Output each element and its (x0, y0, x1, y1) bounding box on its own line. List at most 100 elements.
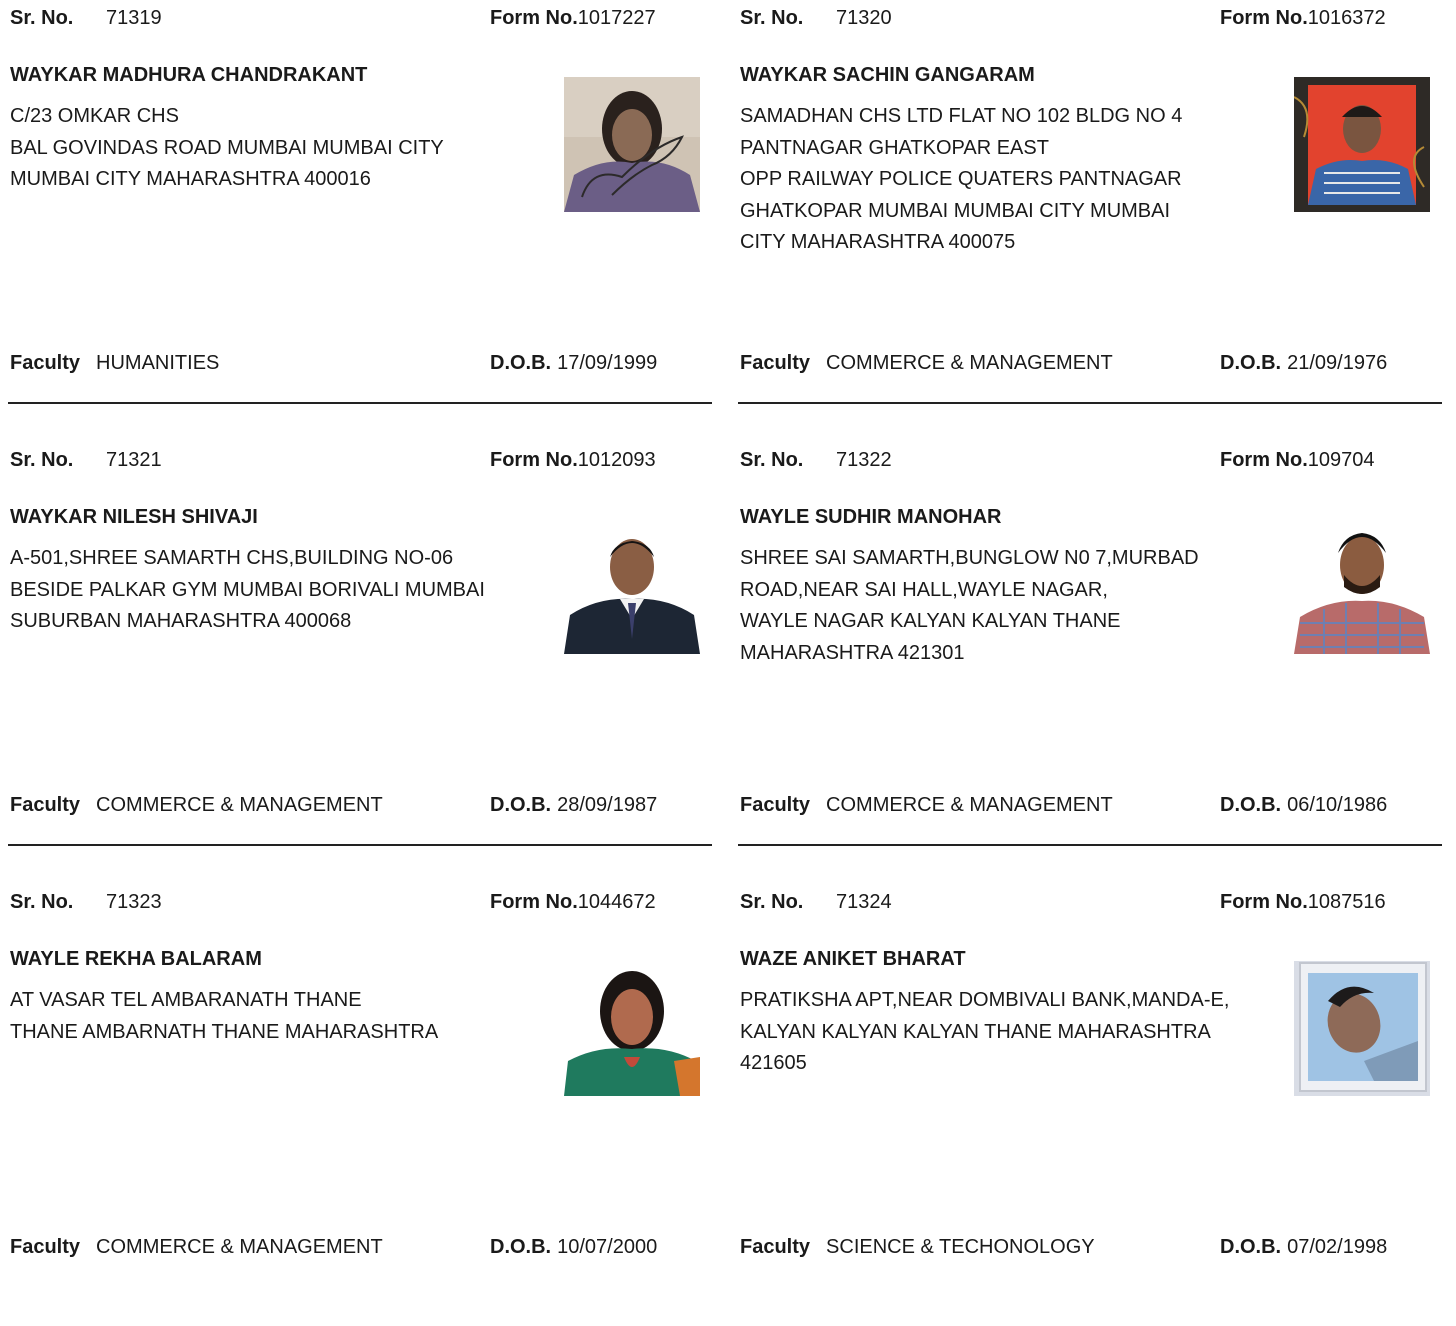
faculty-label: Faculty (740, 352, 811, 374)
form-no: Form No.1017227 (490, 7, 656, 30)
faculty-label: Faculty (740, 1236, 811, 1258)
dob-value: 07/02/1998 (1287, 1236, 1388, 1258)
faculty-value: COMMERCE & MANAGEMENT (826, 794, 1113, 816)
form-no-label: Form No. (1220, 7, 1308, 29)
sr-no: Sr. No. 71320 (740, 7, 892, 30)
form-no: Form No.1087516 (1220, 891, 1386, 914)
student-address: PRATIKSHA APT,NEAR DOMBIVALI BANK,MANDA-… (740, 989, 1230, 1074)
student-photo (564, 519, 700, 654)
dob: D.O.B. 17/09/1999 (490, 352, 657, 375)
dob-label: D.O.B. (490, 352, 552, 374)
sr-no-value: 71320 (836, 7, 892, 29)
dob: D.O.B. 10/07/2000 (490, 1236, 657, 1259)
sr-no-label: Sr. No. (740, 7, 804, 29)
student-name: WAYKAR NILESH SHIVAJI (10, 506, 258, 528)
student-name: WAYLE SUDHIR MANOHAR (740, 506, 1002, 528)
form-no: Form No.1012093 (490, 449, 656, 472)
divider (8, 844, 712, 846)
form-no-label: Form No. (1220, 891, 1308, 913)
faculty: Faculty COMMERCE & MANAGEMENT (10, 1236, 383, 1259)
sr-no-value: 71323 (106, 891, 162, 913)
student-address: A-501,SHREE SAMARTH CHS,BUILDING NO-06 B… (10, 547, 485, 632)
form-no-value: 1087516 (1307, 891, 1386, 913)
faculty-value: SCIENCE & TECHONOLOGY (826, 1236, 1095, 1258)
dob-label: D.O.B. (1220, 1236, 1282, 1258)
form-no: Form No.1016372 (1220, 7, 1386, 30)
dob-label: D.O.B. (490, 1236, 552, 1258)
student-photo (1294, 519, 1430, 654)
dob: D.O.B. 06/10/1986 (1220, 794, 1387, 817)
student-card: Sr. No. 71322 Form No.109704 WAYLE SUDHIR… (730, 442, 1442, 884)
sr-no-label: Sr. No. (10, 449, 74, 471)
faculty-value: HUMANITIES (96, 352, 220, 374)
faculty: Faculty COMMERCE & MANAGEMENT (740, 794, 1113, 817)
form-no-label: Form No. (1220, 449, 1308, 471)
faculty-label: Faculty (10, 1236, 81, 1258)
student-name: WAZE ANIKET BHARAT (740, 948, 966, 970)
dob-value: 10/07/2000 (557, 1236, 658, 1258)
dob-label: D.O.B. (1220, 352, 1282, 374)
dob-value: 17/09/1999 (557, 352, 658, 374)
student-photo (1294, 961, 1430, 1096)
sr-no-value: 71321 (106, 449, 162, 471)
student-card: Sr. No. 71323 Form No.1044672 WAYLE REKHA… (0, 884, 712, 1326)
dob-value: 28/09/1987 (557, 794, 658, 816)
faculty-label: Faculty (740, 794, 811, 816)
form-no-label: Form No. (490, 449, 578, 471)
sr-no-value: 71319 (106, 7, 162, 29)
student-address: SAMADHAN CHS LTD FLAT NO 102 BLDG NO 4 P… (740, 105, 1183, 253)
sr-no-label: Sr. No. (740, 891, 804, 913)
form-no-label: Form No. (490, 891, 578, 913)
dob-value: 06/10/1986 (1287, 794, 1388, 816)
form-no-value: 1044672 (577, 891, 656, 913)
student-photo (1294, 77, 1430, 212)
sr-no-label: Sr. No. (10, 7, 74, 29)
student-name: WAYKAR SACHIN GANGARAM (740, 64, 1035, 86)
divider (738, 402, 1442, 404)
form-no-value: 1016372 (1307, 7, 1386, 29)
sr-no: Sr. No. 71324 (740, 891, 892, 914)
faculty-label: Faculty (10, 352, 81, 374)
divider (738, 844, 1442, 846)
sr-no-value: 71324 (836, 891, 892, 913)
student-card: Sr. No. 71321 Form No.1012093 WAYKAR NILE… (0, 442, 712, 884)
student-address: AT VASAR TEL AMBARANATH THANE THANE AMBA… (10, 989, 439, 1043)
sr-no: Sr. No. 71323 (10, 891, 162, 914)
sr-no: Sr. No. 71319 (10, 7, 162, 30)
faculty: Faculty HUMANITIES (10, 352, 219, 375)
dob-label: D.O.B. (1220, 794, 1282, 816)
form-no: Form No.1044672 (490, 891, 656, 914)
student-card: Sr. No. 71324 Form No.1087516 WAZE ANIKET… (730, 884, 1442, 1326)
faculty-value: COMMERCE & MANAGEMENT (826, 352, 1113, 374)
sr-no: Sr. No. 71321 (10, 449, 162, 472)
divider (8, 402, 712, 404)
student-name: WAYLE REKHA BALARAM (10, 948, 262, 970)
faculty: Faculty COMMERCE & MANAGEMENT (10, 794, 383, 817)
sr-no: Sr. No. 71322 (740, 449, 892, 472)
dob-label: D.O.B. (490, 794, 552, 816)
student-photo (564, 77, 700, 212)
sr-no-label: Sr. No. (10, 891, 74, 913)
student-photo (564, 961, 700, 1096)
sr-no-value: 71322 (836, 449, 892, 471)
faculty-value: COMMERCE & MANAGEMENT (96, 794, 383, 816)
faculty-value: COMMERCE & MANAGEMENT (96, 1236, 383, 1258)
form-no: Form No.109704 (1220, 449, 1375, 472)
faculty: Faculty COMMERCE & MANAGEMENT (740, 352, 1113, 375)
form-no-label: Form No. (490, 7, 578, 29)
dob: D.O.B. 07/02/1998 (1220, 1236, 1387, 1259)
dob: D.O.B. 28/09/1987 (490, 794, 657, 817)
faculty: Faculty SCIENCE & TECHONOLOGY (740, 1236, 1095, 1259)
form-no-value: 1017227 (577, 7, 656, 29)
student-card: Sr. No. 71320 Form No.1016372 WAYKAR SACH… (730, 0, 1442, 442)
student-card: Sr. No. 71319 Form No.1017227 WAYKAR MADH… (0, 0, 712, 442)
dob: D.O.B. 21/09/1976 (1220, 352, 1387, 375)
student-address: SHREE SAI SAMARTH,BUNGLOW N0 7,MURBAD RO… (740, 547, 1199, 664)
student-address: C/23 OMKAR CHS BAL GOVINDAS ROAD MUMBAI … (10, 105, 444, 190)
faculty-label: Faculty (10, 794, 81, 816)
dob-value: 21/09/1976 (1287, 352, 1388, 374)
student-name: WAYKAR MADHURA CHANDRAKANT (10, 64, 368, 86)
form-no-value: 1012093 (577, 449, 656, 471)
sr-no-label: Sr. No. (740, 449, 804, 471)
form-no-value: 109704 (1307, 449, 1375, 471)
